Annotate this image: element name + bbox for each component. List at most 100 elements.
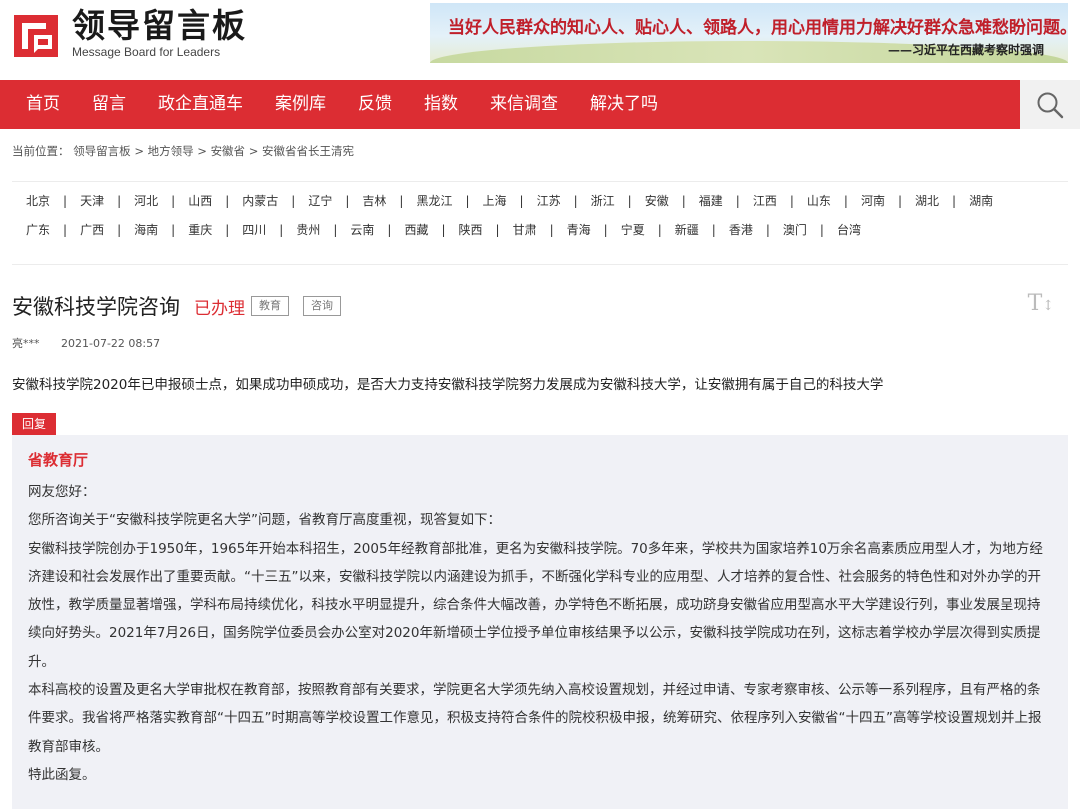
region-link[interactable]: 青海 (567, 221, 591, 238)
region-link[interactable]: 山西 (188, 192, 212, 209)
logo-subtitle: Message Board for Leaders (72, 45, 221, 59)
region-link[interactable]: 西藏 (404, 221, 428, 238)
region-link[interactable]: 宁夏 (621, 221, 645, 238)
nav-item-index[interactable]: 指数 (408, 80, 474, 129)
region-row: 广东 | 广西 | 海南 | 重庆 | 四川 | 贵州 | 云南 | 西藏 | 陕西 | 甘肃 | 青海 | 宁夏 | 新疆 | 香… (26, 215, 1068, 244)
region-link[interactable]: 广东 (26, 221, 50, 238)
region-row: 北京 | 天津 | 河北 | 山西 | 内蒙古 | 辽宁 | 吉林 | 黑龙江 | 上海 | 江苏 | 浙江 | 安徽 | 福建… (26, 186, 1068, 215)
region-link[interactable]: 内蒙古 (242, 192, 278, 209)
region-separator: | (225, 222, 230, 237)
region-separator: | (291, 193, 296, 208)
reply-body: 网友您好： 您所咨询关于“安徽科技学院更名大学”问题，省教育厅高度重视，现答复如… (28, 478, 1052, 789)
region-separator: | (465, 193, 470, 208)
region-link[interactable]: 重庆 (188, 221, 212, 238)
region-link[interactable]: 安徽 (645, 192, 669, 209)
region-link[interactable]: 江苏 (537, 192, 561, 209)
breadcrumb-link[interactable]: 地方领导 (148, 144, 194, 158)
region-separator: | (495, 222, 500, 237)
nav-item-cases[interactable]: 案例库 (259, 80, 342, 129)
region-link[interactable]: 香港 (729, 221, 753, 238)
reply-organization: 省教育厅 (28, 451, 89, 469)
region-link[interactable]: 浙江 (591, 192, 615, 209)
region-link[interactable]: 北京 (26, 192, 50, 209)
status-badge: 已办理 (194, 298, 245, 319)
region-separator: | (399, 193, 404, 208)
region-separator: | (345, 193, 350, 208)
breadcrumb-separator: > (134, 144, 144, 158)
search-icon (1037, 92, 1064, 118)
region-separator: | (117, 193, 122, 208)
region-link[interactable]: 陕西 (459, 221, 483, 238)
region-link[interactable]: 贵州 (296, 221, 320, 238)
nav-item-messages[interactable]: 留言 (76, 80, 142, 129)
reply-paragraph: 安徽科技学院创办于1950年，1965年开始本科招生，2005年经教育部批准，更… (28, 540, 1043, 670)
breadcrumb-separator: > (248, 144, 259, 158)
region-link[interactable]: 山东 (807, 192, 831, 209)
region-separator: | (549, 222, 554, 237)
search-button[interactable] (1020, 80, 1080, 129)
breadcrumb-separator: > (197, 144, 207, 158)
region-link[interactable]: 新疆 (675, 221, 699, 238)
region-link[interactable]: 甘肃 (513, 221, 537, 238)
post-meta: 亮*** 2021-07-22 08:57 (12, 335, 1068, 351)
post-title: 安徽科技学院咨询 (12, 295, 180, 319)
region-link[interactable]: 澳门 (783, 221, 807, 238)
region-link[interactable]: 台湾 (837, 221, 861, 238)
logo-title: 领导留言板 (72, 6, 247, 45)
nav-item-gov-enterprise[interactable]: 政企直通车 (142, 80, 259, 129)
region-link[interactable]: 湖南 (969, 192, 993, 209)
nav-item-survey[interactable]: 来信调查 (474, 80, 574, 129)
region-link[interactable]: 广西 (80, 221, 104, 238)
region-separator: | (63, 193, 68, 208)
region-separator: | (735, 193, 740, 208)
region-link[interactable]: 河北 (134, 192, 158, 209)
region-separator: | (171, 193, 176, 208)
region-link[interactable]: 黑龙江 (416, 192, 452, 209)
region-separator: | (117, 222, 122, 237)
region-link[interactable]: 湖北 (915, 192, 939, 209)
reply-paragraph: 您所咨询关于“安徽科技学院更名大学”问题，省教育厅高度重视，现答复如下： (28, 512, 501, 529)
reply-box: 省教育厅 网友您好： 您所咨询关于“安徽科技学院更名大学”问题，省教育厅高度重视… (12, 435, 1068, 809)
region-link[interactable]: 江西 (753, 192, 777, 209)
breadcrumb-link[interactable]: 安徽省 (211, 144, 246, 158)
region-separator: | (603, 222, 608, 237)
region-link[interactable]: 海南 (134, 221, 158, 238)
region-link[interactable]: 上海 (483, 192, 507, 209)
region-link[interactable]: 河南 (861, 192, 885, 209)
region-link[interactable]: 吉林 (362, 192, 386, 209)
breadcrumb-link[interactable]: 领导留言板 (73, 144, 131, 158)
region-link[interactable]: 辽宁 (308, 192, 332, 209)
region-separator: | (789, 193, 794, 208)
region-separator: | (279, 222, 284, 237)
region-separator: | (657, 222, 662, 237)
region-separator: | (711, 222, 716, 237)
banner-attribution: ——习近平在西藏考察时强调 (887, 43, 1044, 57)
region-link[interactable]: 福建 (699, 192, 723, 209)
font-size-icon[interactable]: T↕ (1028, 291, 1054, 316)
region-separator: | (519, 193, 524, 208)
site-logo[interactable]: 领导留言板 Message Board for Leaders (12, 8, 247, 59)
post-header: 安徽科技学院咨询 已办理 教育 咨询 T↕ (12, 291, 1068, 321)
breadcrumb-current[interactable]: 安徽省省长王清宪 (262, 144, 354, 158)
tag-education[interactable]: 教育 (251, 296, 289, 316)
region-separator: | (952, 193, 957, 208)
reply-paragraph: 网友您好： (28, 484, 96, 500)
region-separator: | (843, 193, 848, 208)
region-separator: | (225, 193, 230, 208)
reply-paragraph: 特此函复。 (28, 766, 96, 783)
region-separator: | (765, 222, 770, 237)
nav-item-feedback[interactable]: 反馈 (342, 80, 408, 129)
post-content: 安徽科技学院2020年已申报硕士点，如果成功申硕成功，是否大力支持安徽科技学院努… (12, 377, 884, 393)
nav-item-resolved[interactable]: 解决了吗 (574, 80, 674, 129)
logo-mark-icon (12, 9, 62, 59)
region-link[interactable]: 四川 (242, 221, 266, 238)
region-list: 北京 | 天津 | 河北 | 山西 | 内蒙古 | 辽宁 | 吉林 | 黑龙江 | 上海 | 江苏 | 浙江 | 安徽 | 福建… (12, 181, 1068, 265)
region-link[interactable]: 天津 (80, 192, 104, 209)
region-separator: | (333, 222, 338, 237)
nav-item-home[interactable]: 首页 (0, 80, 76, 129)
region-link[interactable]: 云南 (350, 221, 374, 238)
breadcrumb: 当前位置： 领导留言板 > 地方领导 > 安徽省 > 安徽省省长王清宪 (0, 129, 1080, 171)
reply-paragraph: 本科高校的设置及更名大学审批权在教育部，按照教育部有关要求，学院更名大学须先纳入… (28, 682, 1042, 755)
tag-consult[interactable]: 咨询 (303, 296, 341, 316)
region-separator: | (63, 222, 68, 237)
